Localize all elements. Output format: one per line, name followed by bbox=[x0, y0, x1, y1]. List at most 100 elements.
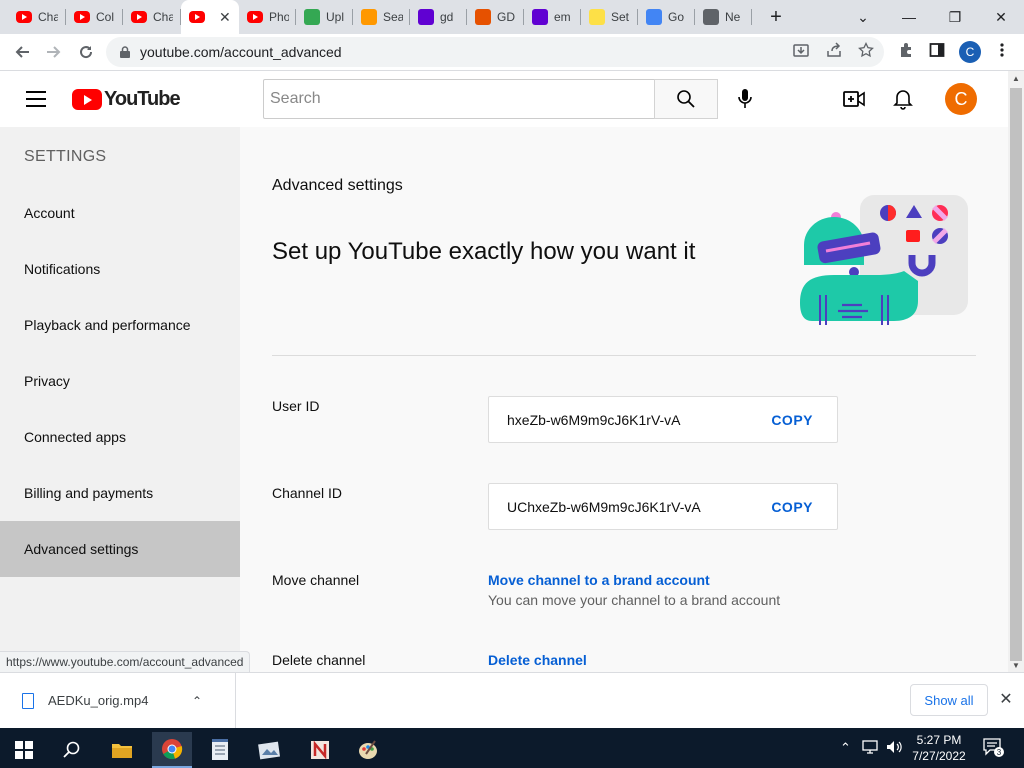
browser-tab[interactable]: Col bbox=[66, 0, 123, 34]
tab-title: Ne bbox=[725, 10, 741, 24]
chevron-up-icon[interactable]: ⌃ bbox=[840, 740, 851, 756]
lock-icon bbox=[120, 46, 130, 58]
move-channel-description: You can move your channel to a brand acc… bbox=[488, 592, 781, 608]
youtube-icon bbox=[16, 11, 32, 23]
chrome-icon[interactable] bbox=[152, 732, 192, 768]
sidebar-item-privacy[interactable]: Privacy bbox=[0, 353, 240, 409]
browser-tab[interactable]: Sea bbox=[353, 0, 410, 34]
browser-tab[interactable]: Go bbox=[638, 0, 695, 34]
notifications-button[interactable] bbox=[889, 85, 917, 113]
install-icon[interactable] bbox=[792, 41, 810, 59]
user-id-value[interactable]: hxeZb-w6M9m9cJ6K1rV-vA bbox=[507, 412, 681, 428]
browser-tab[interactable]: em bbox=[524, 0, 581, 34]
browser-profile-avatar[interactable]: C bbox=[959, 41, 981, 63]
tab-title: GD bbox=[497, 10, 515, 24]
browser-menu-icon[interactable] bbox=[993, 41, 1011, 59]
video-camera-plus-icon bbox=[843, 91, 865, 107]
close-window-icon[interactable]: ✕ bbox=[978, 0, 1024, 34]
tab-search-icon[interactable]: ⌄ bbox=[840, 0, 886, 34]
search-icon bbox=[677, 90, 695, 108]
minimize-icon[interactable]: — bbox=[886, 0, 932, 34]
notification-count: 3 bbox=[997, 748, 1002, 757]
channel-id-box: UChxeZb-w6M9m9cJ6K1rV-vA COPY bbox=[488, 483, 838, 530]
sidebar-item-billing[interactable]: Billing and payments bbox=[0, 465, 240, 521]
sidebar-item-connected-apps[interactable]: Connected apps bbox=[0, 409, 240, 465]
voice-search-button[interactable] bbox=[727, 81, 763, 117]
section-title: Advanced settings bbox=[272, 177, 403, 194]
notepad-app-icon[interactable] bbox=[200, 732, 240, 768]
move-channel-label: Move channel bbox=[272, 572, 360, 588]
back-button[interactable] bbox=[8, 38, 36, 66]
file-explorer-icon[interactable] bbox=[102, 732, 142, 768]
scroll-down-arrow-icon[interactable]: ▼ bbox=[1008, 658, 1024, 672]
create-button[interactable] bbox=[840, 85, 868, 113]
tab-title: Set bbox=[611, 10, 630, 24]
new-tab-button[interactable]: + bbox=[756, 0, 796, 34]
delete-channel-link[interactable]: Delete channel bbox=[488, 652, 587, 668]
youtube-logo[interactable]: YouTube bbox=[72, 88, 181, 111]
settings-illustration bbox=[800, 195, 968, 325]
youtube-play-icon bbox=[72, 89, 102, 110]
upload-icon bbox=[304, 9, 320, 25]
move-channel-link[interactable]: Move channel to a brand account bbox=[488, 572, 710, 588]
settings-heading: SETTINGS bbox=[24, 148, 107, 165]
close-tab-icon[interactable]: ✕ bbox=[219, 9, 231, 26]
browser-tab[interactable]: Pho bbox=[239, 0, 296, 34]
chevron-up-icon[interactable]: ⌃ bbox=[192, 694, 202, 708]
side-panel-icon[interactable] bbox=[928, 41, 946, 59]
browser-tab[interactable]: Cha bbox=[8, 0, 66, 34]
browser-tab[interactable]: GD bbox=[467, 0, 524, 34]
image-viewer-app-icon[interactable] bbox=[250, 732, 290, 768]
browser-tab[interactable]: Set bbox=[581, 0, 638, 34]
yahoo-icon bbox=[418, 9, 434, 25]
search-icon[interactable] bbox=[52, 732, 92, 768]
show-all-button[interactable]: Show all bbox=[910, 684, 988, 716]
search-box[interactable] bbox=[263, 79, 655, 119]
scroll-up-arrow-icon[interactable]: ▲ bbox=[1008, 71, 1024, 85]
browser-tab[interactable]: Upl bbox=[296, 0, 353, 34]
guide-menu-icon[interactable] bbox=[26, 91, 46, 107]
tab-title: Upl bbox=[326, 10, 345, 24]
search-input[interactable] bbox=[270, 90, 640, 108]
volume-icon[interactable] bbox=[886, 740, 902, 757]
copy-user-id-button[interactable]: COPY bbox=[771, 412, 813, 428]
bell-icon bbox=[893, 90, 913, 110]
search-button[interactable] bbox=[654, 79, 718, 119]
windows-start-icon[interactable] bbox=[4, 732, 44, 768]
copy-channel-id-button[interactable]: COPY bbox=[771, 499, 813, 515]
forward-button[interactable] bbox=[40, 38, 68, 66]
close-icon[interactable]: ✕ bbox=[996, 689, 1016, 709]
address-bar[interactable]: youtube.com/account_advanced bbox=[106, 37, 884, 67]
share-icon[interactable] bbox=[825, 41, 843, 59]
browser-tab[interactable]: gd bbox=[410, 0, 467, 34]
microphone-icon bbox=[738, 89, 752, 108]
sidebar-item-notifications[interactable]: Notifications bbox=[0, 241, 240, 297]
channel-id-value[interactable]: UChxeZb-w6M9m9cJ6K1rV-vA bbox=[507, 499, 701, 515]
app-n-icon[interactable] bbox=[300, 732, 340, 768]
extensions-icon[interactable] bbox=[897, 41, 915, 59]
reload-button[interactable] bbox=[72, 38, 100, 66]
sidebar-item-account[interactable]: Account bbox=[0, 185, 240, 241]
youtube-logo-text: YouTube bbox=[104, 88, 181, 110]
restore-icon[interactable]: ❐ bbox=[932, 0, 978, 34]
browser-tab[interactable]: Ne bbox=[695, 0, 752, 34]
browser-tab[interactable]: ✕ bbox=[181, 0, 239, 34]
youtube-header: YouTube C bbox=[0, 71, 1010, 127]
page-scrollbar[interactable]: ▲ ▼ bbox=[1008, 71, 1024, 672]
tab-title: Pho bbox=[269, 10, 289, 24]
paint-app-icon[interactable] bbox=[348, 732, 388, 768]
taskbar-clock[interactable]: 5:27 PM 7/27/2022 bbox=[904, 732, 974, 764]
scrollbar-thumb[interactable] bbox=[1010, 88, 1022, 661]
sidebar-item-playback[interactable]: Playback and performance bbox=[0, 297, 240, 353]
browser-tab-strip: Cha Col Cha ✕ Pho Upl Sea gd GD em Set Go Ne + ⌄ — ❐ ✕ bbox=[0, 0, 1024, 34]
download-item[interactable]: AEDKu_orig.mp4 ⌃ bbox=[0, 673, 236, 728]
status-url-bubble: https://www.youtube.com/account_advanced bbox=[0, 651, 251, 672]
settings-sidebar: SETTINGS Account Notifications Playback … bbox=[0, 127, 240, 672]
browser-toolbar: youtube.com/account_advanced C bbox=[0, 34, 1024, 71]
account-avatar[interactable]: C bbox=[945, 83, 977, 115]
browser-tab[interactable]: Cha bbox=[123, 0, 181, 34]
bookmark-star-icon[interactable] bbox=[857, 41, 875, 59]
sidebar-item-advanced-settings[interactable]: Advanced settings bbox=[0, 521, 240, 577]
network-icon[interactable] bbox=[862, 740, 878, 757]
notification-center-icon[interactable]: 3 bbox=[982, 736, 1004, 758]
